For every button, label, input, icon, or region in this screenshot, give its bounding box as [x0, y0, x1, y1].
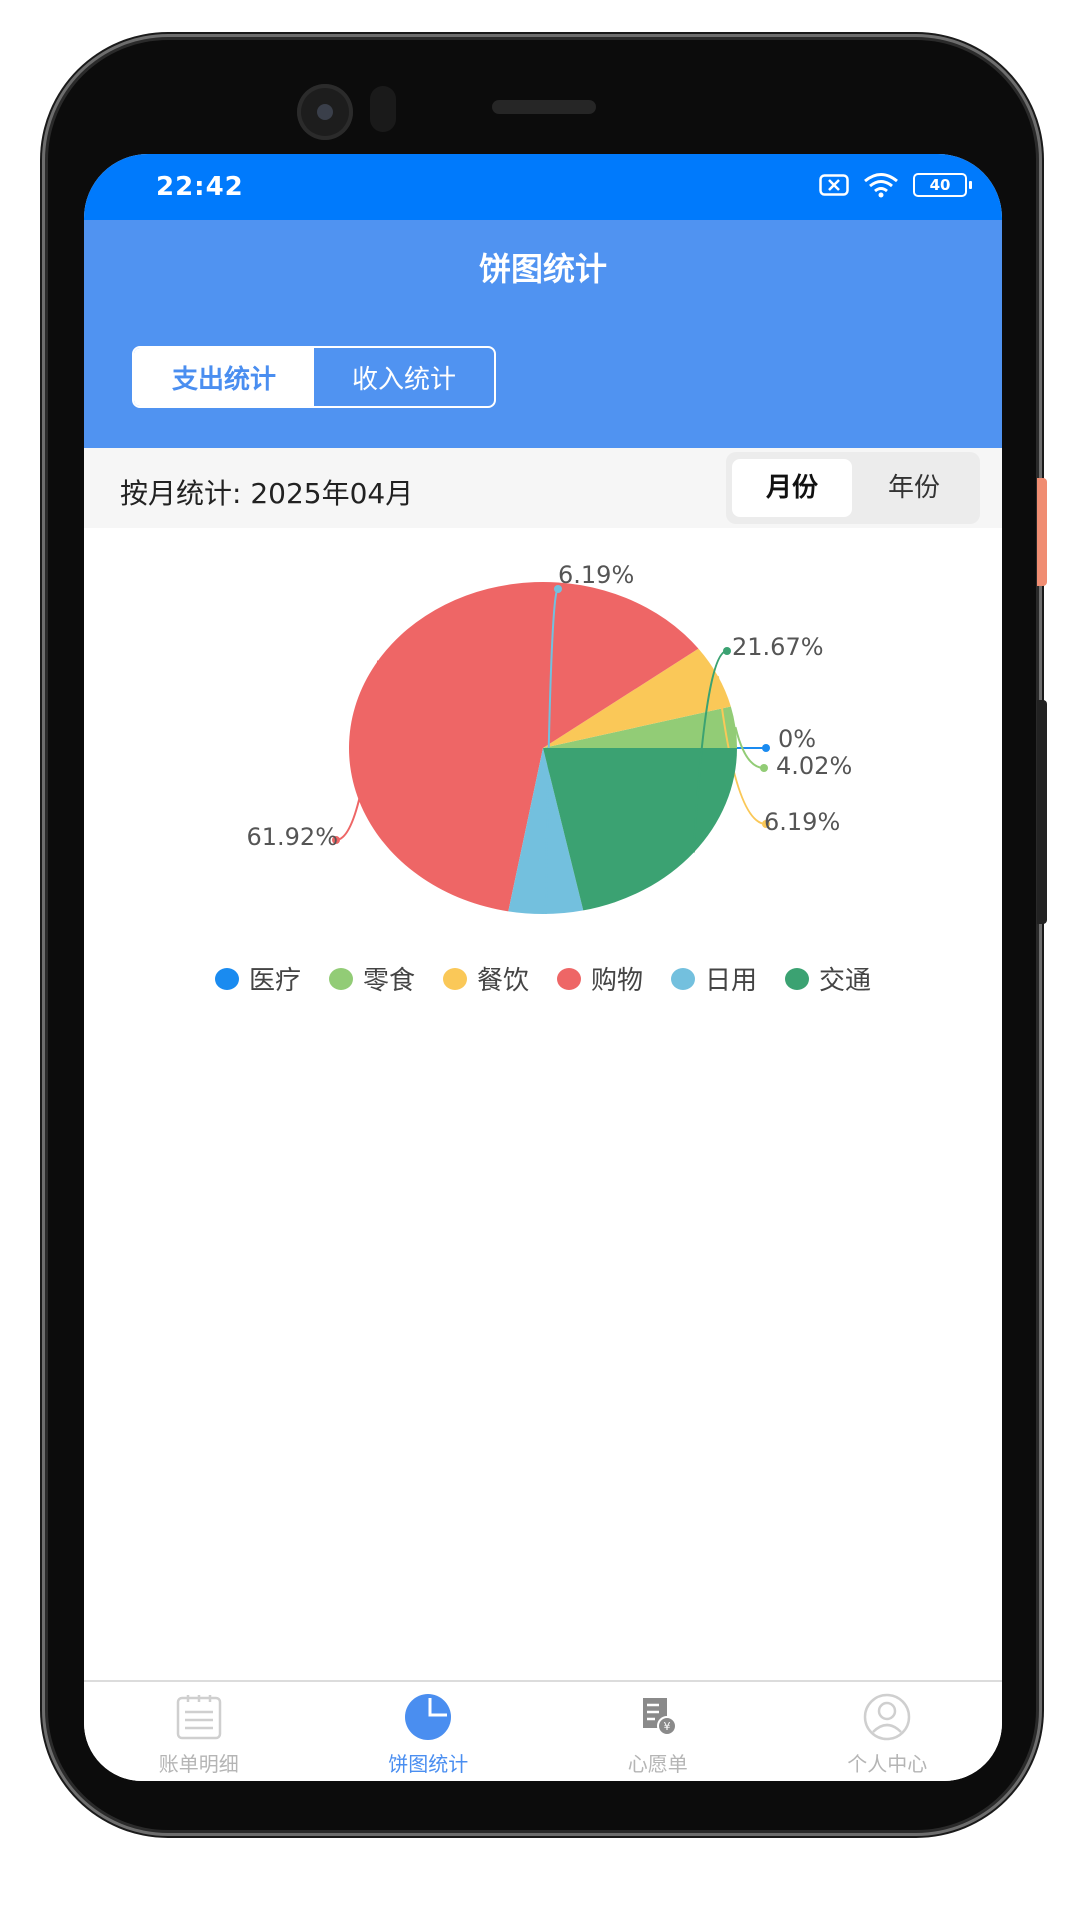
- bottom-tab-bar: 账单明细 饼图统计 ¥ 心愿单 个人中心: [84, 1680, 1002, 1781]
- tab-wishlist[interactable]: ¥ 心愿单: [543, 1682, 773, 1781]
- legend-swatch: [557, 967, 581, 990]
- stat-type-segmented-control: 支出统计 收入统计: [132, 346, 496, 408]
- app-header: 饼图统计 支出统计 收入统计: [84, 220, 1002, 448]
- legend-item-dining[interactable]: 餐饮: [442, 960, 529, 997]
- leader-dot-snacks: [760, 764, 768, 772]
- legend-swatch: [214, 967, 239, 990]
- user-icon: [864, 1693, 911, 1741]
- list-icon: [176, 1695, 221, 1740]
- legend-label: 日用: [705, 966, 758, 996]
- legend-label: 餐饮: [476, 966, 529, 996]
- earpiece-speaker: [492, 100, 596, 114]
- slice-label-snacks: 4.02%: [776, 752, 852, 780]
- tab-label: 账单明细: [158, 1752, 239, 1776]
- legend-swatch: [671, 967, 696, 990]
- legend-label: 医疗: [248, 966, 301, 996]
- front-camera: [297, 84, 353, 140]
- legend-item-daily[interactable]: 日用: [671, 960, 757, 997]
- leader-dot-transport: [723, 647, 731, 655]
- pie-chart: 0%4.02% 6.19% 61.92% 6.19% 21.67%: [246, 561, 852, 914]
- wifi-icon: [864, 173, 898, 198]
- legend-swatch: [328, 967, 353, 990]
- expense-stats-tab[interactable]: 支出统计: [134, 348, 314, 406]
- legend-label: 零食: [362, 966, 415, 996]
- sim-off-icon: [819, 174, 849, 196]
- legend-item-snacks[interactable]: 零食: [328, 960, 415, 997]
- legend-item-medical[interactable]: 医疗: [214, 960, 301, 997]
- legend-label: 购物: [591, 966, 644, 996]
- status-icons: 40: [819, 172, 972, 198]
- proximity-sensor: [370, 86, 396, 132]
- tab-bill-details[interactable]: 账单明细: [84, 1682, 314, 1781]
- leader-dot-medical: [762, 744, 770, 752]
- side-button: [1037, 478, 1047, 586]
- tab-label: 饼图统计: [388, 1752, 469, 1776]
- slice-label-dining: 6.19%: [764, 808, 840, 836]
- filter-bar: 按月统计: 2025年04月 月份 年份: [84, 448, 1002, 528]
- slice-label-shopping: 61.92%: [246, 823, 338, 851]
- legend-item-transport[interactable]: 交通: [785, 960, 871, 997]
- battery-icon: 40: [913, 173, 972, 197]
- period-toggle: 月份 年份: [726, 452, 980, 524]
- legend-label: 交通: [819, 966, 872, 996]
- tab-label: 心愿单: [627, 1752, 688, 1776]
- wish-receipt-icon: ¥: [642, 1698, 677, 1736]
- legend-item-shopping[interactable]: 购物: [557, 960, 643, 997]
- slice-label-medical: 0%: [778, 725, 816, 753]
- legend-swatch: [442, 967, 467, 990]
- legend-swatch: [785, 967, 810, 990]
- power-button: [1037, 700, 1047, 924]
- svg-text:¥: ¥: [663, 1720, 670, 1733]
- period-label: 按月统计: 2025年04月: [120, 477, 414, 510]
- month-button[interactable]: 月份: [732, 459, 852, 517]
- status-bar: 22:42 40: [84, 154, 1002, 220]
- chart-legend: 医疗 零食 餐饮 购物 日用 交通: [84, 960, 1002, 997]
- slice-label-daily: 6.19%: [558, 561, 634, 589]
- page-title: 饼图统计: [478, 250, 607, 288]
- pie-chart-icon: [405, 1694, 452, 1740]
- battery-level: 40: [913, 173, 967, 197]
- status-time: 22:42: [156, 172, 244, 202]
- tab-label: 个人中心: [847, 1752, 928, 1776]
- year-button[interactable]: 年份: [854, 459, 974, 517]
- tab-profile[interactable]: 个人中心: [773, 1682, 1003, 1781]
- tab-pie-stats[interactable]: 饼图统计: [314, 1682, 544, 1781]
- app-screen: 22:42 40 饼图统计 支出统计 收入统计 按月统计: 2025年04月 月…: [84, 154, 1002, 1781]
- slice-label-transport: 21.67%: [732, 633, 824, 661]
- income-stats-tab[interactable]: 收入统计: [314, 348, 494, 406]
